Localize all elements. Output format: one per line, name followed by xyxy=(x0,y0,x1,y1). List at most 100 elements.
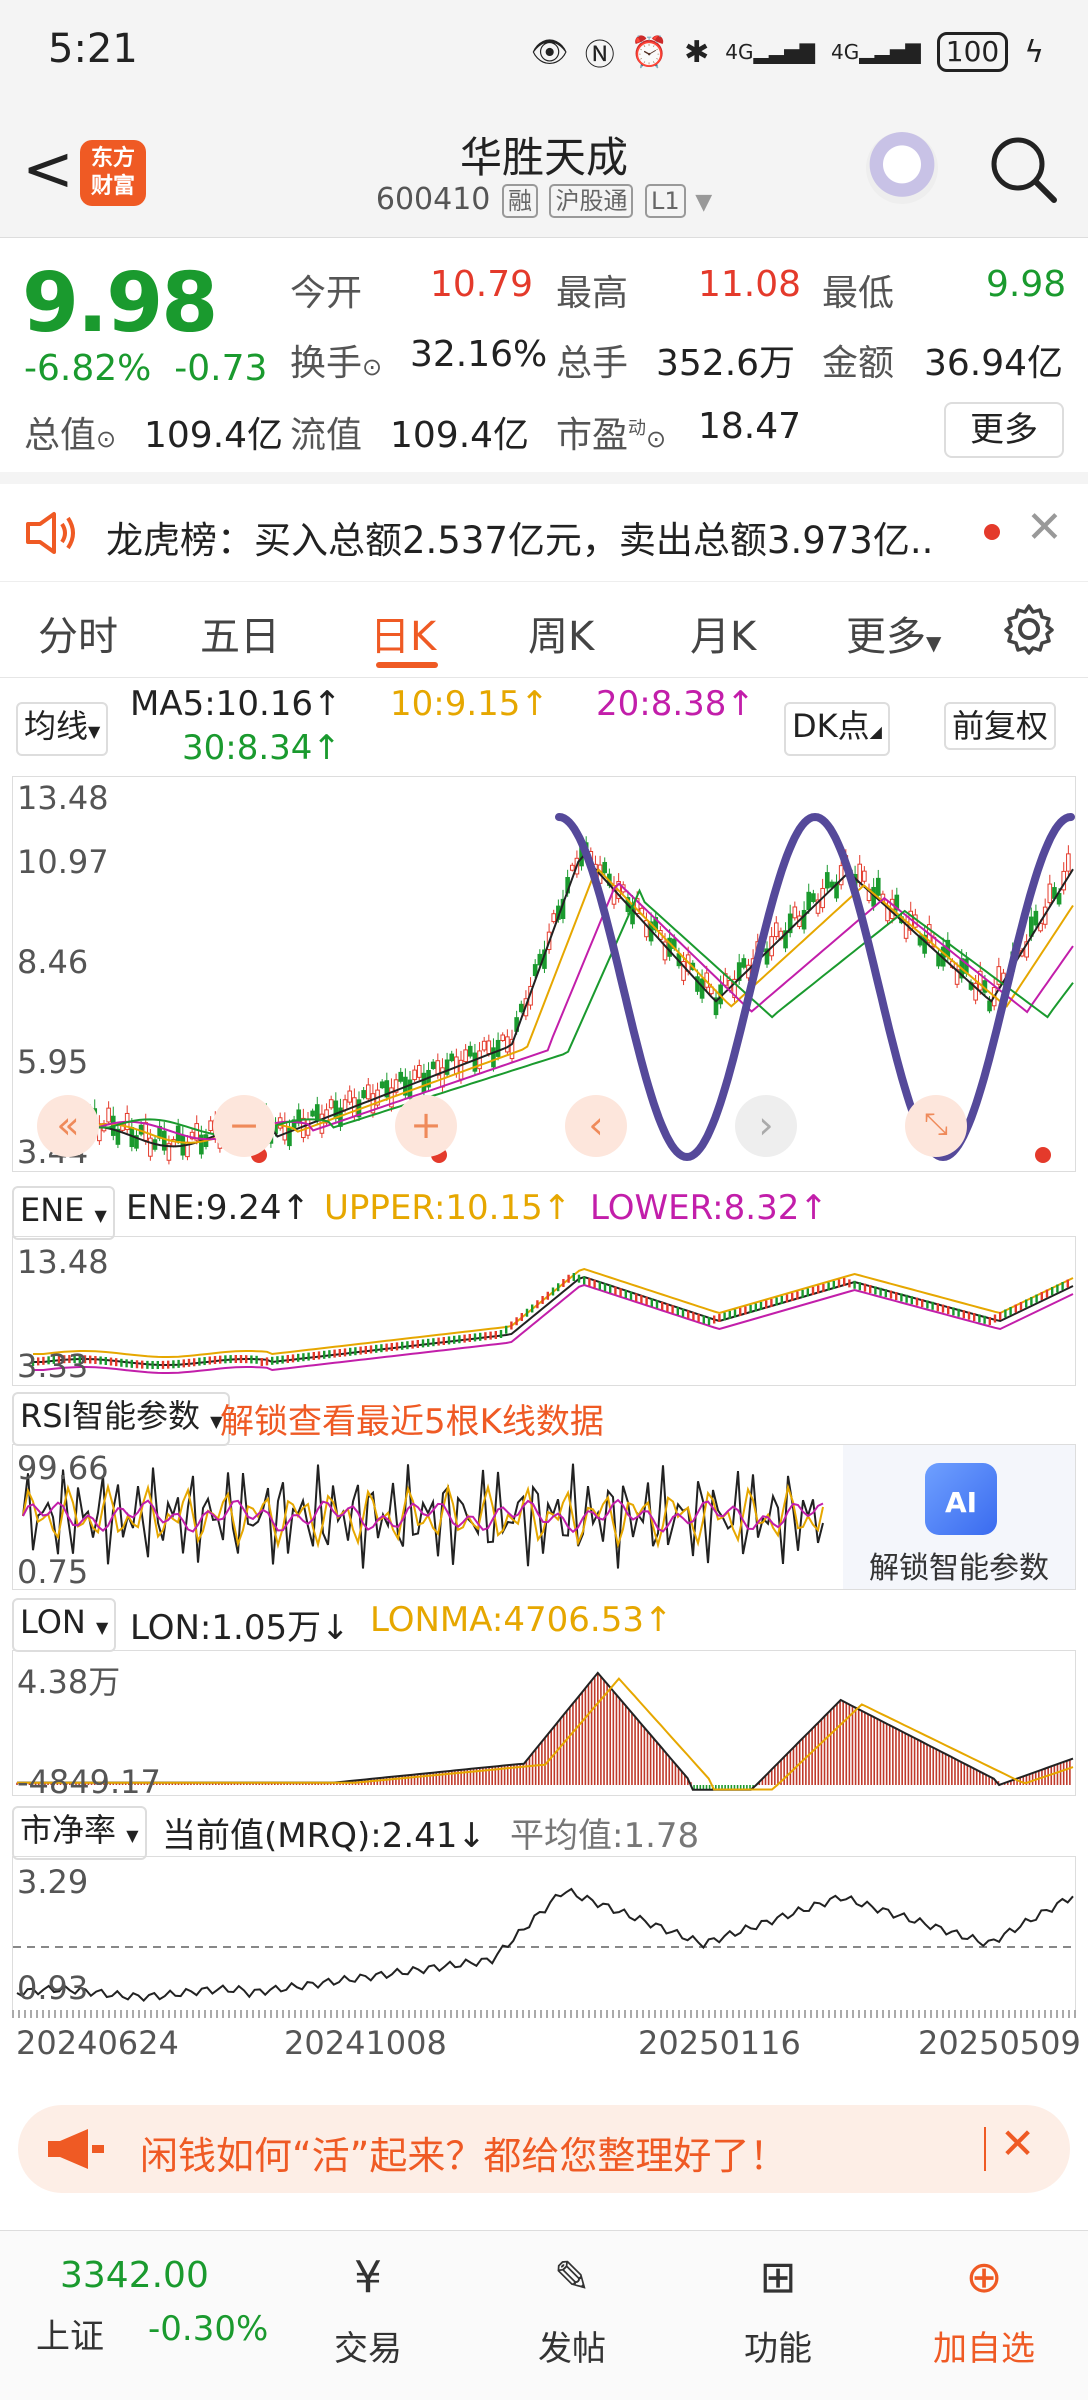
ene-candle xyxy=(1019,1302,1023,1310)
ene-candle xyxy=(791,1293,794,1301)
ene-candle xyxy=(260,1358,263,1366)
ene-candle xyxy=(234,1355,237,1364)
eye-icon: 👁 xyxy=(530,34,569,70)
ene-candle xyxy=(229,1355,232,1364)
close-icon[interactable]: ✕ xyxy=(1026,502,1063,553)
ene-candle xyxy=(562,1279,565,1287)
header: < 东方 财富 华胜天成 600410 融 沪股通 L1 ▼ xyxy=(0,110,1088,238)
y-tick: 0.75 xyxy=(17,1553,89,1591)
ene-candle xyxy=(146,1360,149,1369)
kline-chart[interactable]: 13.48 10.97 8.46 5.95 3.44 « − + ‹ › ⤡ xyxy=(12,776,1076,1172)
y-tick: 3.29 xyxy=(17,1863,89,1901)
rsi-unlock-link[interactable]: 解锁查看最近5根K线数据 xyxy=(220,1394,604,1443)
candle-body xyxy=(467,1045,473,1057)
ai-unlock-panel[interactable]: AI 解锁智能参数 xyxy=(843,1445,1075,1589)
tab-daily-k[interactable]: 日K xyxy=(370,604,436,662)
candle-body xyxy=(407,1079,413,1099)
candle-body xyxy=(551,913,557,923)
date-label: 20250116 xyxy=(638,2024,801,2062)
tab-intraday[interactable]: 分时 xyxy=(38,604,118,662)
search-icon[interactable] xyxy=(986,132,1060,206)
index-name[interactable]: 上证 xyxy=(36,2309,104,2358)
ene-candle xyxy=(697,1313,700,1322)
high-value: 11.08 xyxy=(698,264,802,305)
index-change[interactable]: -0.30% xyxy=(148,2309,268,2349)
date-label: 20240624 xyxy=(16,2024,179,2062)
nav-functions[interactable]: ⊞ 功能 xyxy=(708,2249,848,2370)
nav-add-watchlist[interactable]: ⊕ 加自选 xyxy=(914,2249,1054,2370)
ene-candle xyxy=(952,1307,955,1316)
ene-candle xyxy=(364,1346,367,1354)
tab-weekly-k[interactable]: 周K xyxy=(528,604,594,662)
ene-candle xyxy=(427,1338,430,1347)
grid-icon: ⊞ xyxy=(759,2252,797,2303)
ene-candle xyxy=(349,1347,352,1356)
nav-trade[interactable]: ¥ 交易 xyxy=(298,2249,438,2370)
index-value[interactable]: 3342.00 xyxy=(60,2255,209,2296)
fullscreen-icon[interactable]: ⤡ xyxy=(905,1095,967,1157)
candle-body xyxy=(342,1099,348,1111)
dk-button[interactable]: DK点◢ xyxy=(784,702,890,756)
ene-candle xyxy=(941,1304,945,1313)
ene-candle xyxy=(681,1308,685,1317)
ene-candle xyxy=(505,1325,508,1334)
ene-candle xyxy=(291,1354,295,1363)
tab-more[interactable]: 更多▼ xyxy=(846,604,941,662)
tab-five-day[interactable]: 五日 xyxy=(200,604,280,662)
ene-line xyxy=(33,1267,1074,1358)
ene-chart: 13.48 3.33 xyxy=(12,1236,1076,1386)
ma5-value: MA5:10.16↑ xyxy=(130,684,342,724)
ene-candle xyxy=(796,1291,799,1300)
more-button[interactable]: 更多 xyxy=(944,402,1064,458)
ene-candle xyxy=(848,1279,851,1288)
news-ticker[interactable]: 龙虎榜：买入总额2.537亿元，卖出总额3.973亿... ✕ xyxy=(0,472,1088,582)
adjust-button[interactable]: 前复权 xyxy=(944,702,1057,750)
ene-candle xyxy=(921,1299,924,1307)
candle-body xyxy=(398,1071,404,1082)
volume-label: 总手 xyxy=(556,343,629,384)
ene-candle xyxy=(614,1286,617,1295)
zoom-in-button[interactable]: + xyxy=(395,1095,457,1157)
ene-candle xyxy=(863,1283,867,1292)
dropdown-icon[interactable]: ▼ xyxy=(695,190,712,215)
ene-candle xyxy=(219,1355,222,1364)
ene-candle xyxy=(874,1286,877,1295)
ma-select[interactable]: 均线▼ xyxy=(16,702,109,756)
ene-svg xyxy=(31,1267,1074,1374)
pb-select[interactable]: 市净率 ▼ xyxy=(12,1806,147,1860)
promo-banner[interactable]: 闲钱如何“活”起来？都给您整理好了！ ✕ xyxy=(18,2105,1070,2193)
edit-icon: ✎ xyxy=(553,2252,591,2303)
ene-candle xyxy=(182,1359,185,1368)
scroll-right-button[interactable]: › xyxy=(735,1095,797,1157)
ene-candle xyxy=(343,1348,347,1357)
banner-close-icon[interactable]: ✕ xyxy=(1000,2119,1035,2168)
ene-candle xyxy=(385,1343,388,1352)
ene-candle xyxy=(733,1309,737,1318)
ene-candle xyxy=(1025,1299,1028,1308)
ene-select[interactable]: ENE ▼ xyxy=(12,1186,115,1240)
zoom-out-button[interactable]: − xyxy=(213,1095,275,1157)
lon-select[interactable]: LON ▼ xyxy=(12,1598,117,1652)
ene-candle xyxy=(167,1360,170,1369)
ene-candle xyxy=(947,1306,950,1314)
ene-candle xyxy=(884,1289,887,1298)
float-value: 109.4亿 xyxy=(390,415,530,456)
settings-gear-icon[interactable] xyxy=(1002,602,1056,656)
date-label: 20250509 xyxy=(918,2024,1081,2062)
ene-upper-value: UPPER:10.15↑ xyxy=(324,1188,572,1228)
y-tick: -4849.17 xyxy=(17,1763,161,1801)
scroll-left-button[interactable]: ‹ xyxy=(565,1095,627,1157)
tab-monthly-k[interactable]: 月K xyxy=(690,604,756,662)
scroll-left-far-button[interactable]: « xyxy=(37,1095,99,1157)
nav-post[interactable]: ✎ 发帖 xyxy=(502,2249,642,2370)
news-text: 龙虎榜：买入总额2.537亿元，卖出总额3.973亿... xyxy=(106,519,936,562)
rsi-select[interactable]: RSI智能参数 ▼ xyxy=(12,1392,231,1446)
pb-line xyxy=(16,1887,1074,2003)
assistant-robot-icon[interactable] xyxy=(866,132,938,204)
ene-candle xyxy=(458,1335,461,1344)
ene-candle xyxy=(515,1317,518,1326)
x-axis-ticks xyxy=(12,2010,1076,2018)
ene-candle xyxy=(193,1358,196,1367)
chart-tabs: 分时 五日 日K 周K 月K 更多▼ xyxy=(0,582,1088,678)
candle-body xyxy=(365,1084,371,1100)
